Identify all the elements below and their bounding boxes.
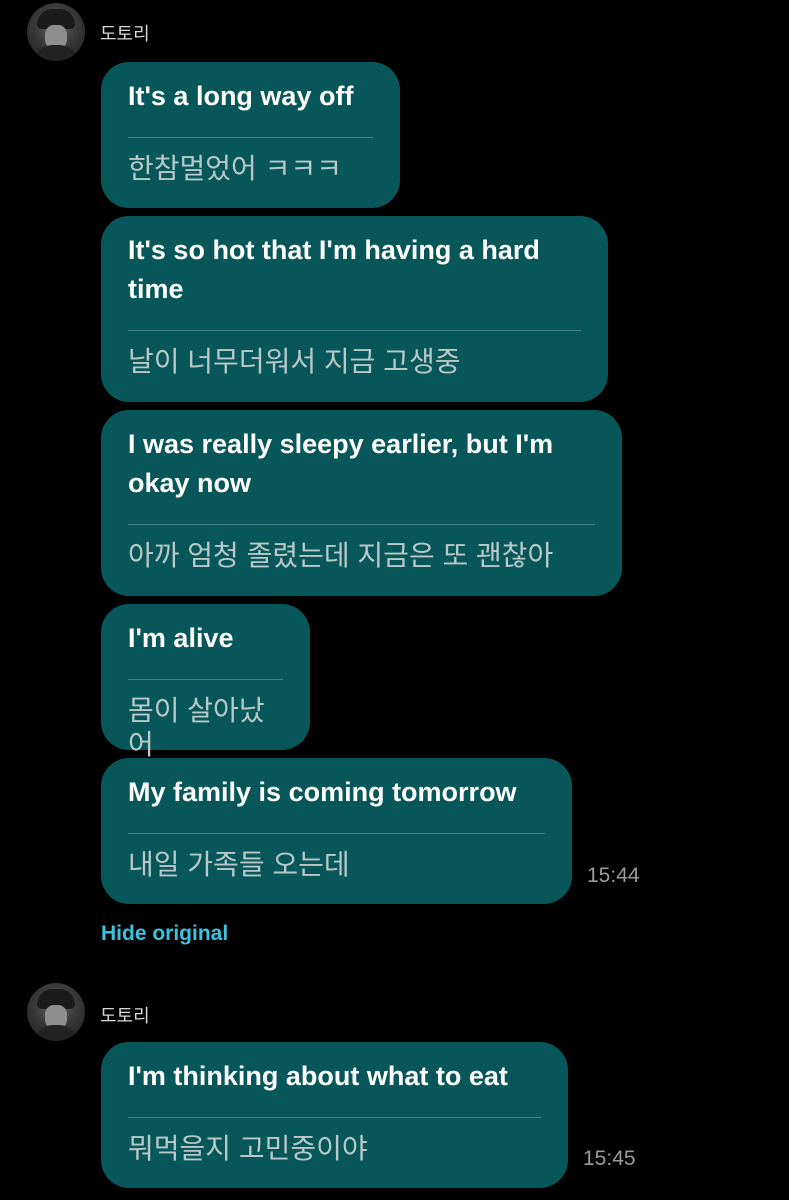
- message-original: I'm alive: [128, 623, 234, 653]
- message-bubble[interactable]: It's a long way off 한참멀었어 ㅋㅋㅋ: [101, 62, 400, 208]
- message-bubble[interactable]: My family is coming tomorrow 내일 가족들 오는데: [101, 758, 572, 904]
- message-timestamp: 15:45: [583, 1147, 636, 1170]
- message-original: I was really sleepy earlier, but I'm oka…: [128, 429, 554, 498]
- message-original: My family is coming tomorrow: [128, 777, 517, 807]
- sender-name: 도토리: [100, 1006, 150, 1026]
- bubble-divider: [128, 137, 373, 138]
- avatar-body: [33, 1025, 79, 1041]
- message-original: It's a long way off: [128, 81, 354, 111]
- bubble-divider: [128, 1117, 541, 1118]
- message-translation: 한참멀었어 ㅋㅋㅋ: [128, 153, 342, 184]
- avatar[interactable]: [27, 3, 85, 61]
- message-original: It's so hot that I'm having a hard time: [128, 235, 540, 304]
- message-original: I'm thinking about what to eat: [128, 1061, 508, 1091]
- message-bubble[interactable]: I was really sleepy earlier, but I'm oka…: [101, 410, 622, 596]
- message-bubble[interactable]: I'm alive 몸이 살아났어: [101, 604, 310, 760]
- avatar[interactable]: [27, 983, 85, 1041]
- message-translation: 몸이 살아났어: [128, 695, 265, 760]
- message-translation: 아까 엄청 졸렸는데 지금은 또 괜찮아: [128, 540, 554, 571]
- message-translation: 뭐먹을지 고민중이야: [128, 1133, 368, 1164]
- message-translation: 내일 가족들 오는데: [128, 849, 350, 880]
- bubble-divider: [128, 833, 545, 834]
- message-bubble[interactable]: I'm thinking about what to eat 뭐먹을지 고민중이…: [101, 1042, 568, 1188]
- message-translation: 날이 너무더워서 지금 고생중: [128, 346, 461, 377]
- hide-original-link[interactable]: Hide original: [101, 922, 228, 946]
- avatar-body: [33, 45, 79, 61]
- message-timestamp: 15:44: [587, 864, 640, 887]
- bubble-divider: [128, 679, 283, 680]
- sender-name: 도토리: [100, 24, 150, 44]
- message-bubble[interactable]: It's so hot that I'm having a hard time …: [101, 216, 608, 402]
- bubble-divider: [128, 524, 595, 525]
- bubble-divider: [128, 330, 581, 331]
